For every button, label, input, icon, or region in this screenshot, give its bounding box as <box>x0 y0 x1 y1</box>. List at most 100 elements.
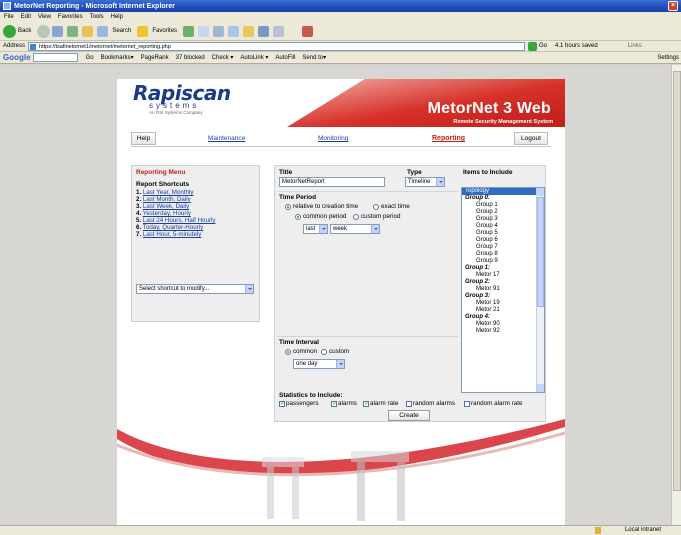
shortcut-link[interactable]: Last Year, Monthly <box>143 189 194 196</box>
saved-time-text[interactable]: 4.1 hours saved <box>555 43 598 49</box>
shortcut-link[interactable]: Last Week, Daily <box>143 203 189 210</box>
listbox-scrollbar[interactable] <box>536 188 544 392</box>
menu-favorites[interactable]: Favorites <box>58 14 83 20</box>
tools-icon[interactable] <box>273 25 285 37</box>
scroll-up-icon[interactable] <box>537 188 544 196</box>
close-window-button[interactable]: × <box>668 1 678 11</box>
list-item[interactable]: Group 2: <box>462 279 544 286</box>
common-period-radio[interactable] <box>295 214 301 220</box>
passengers-checkbox[interactable]: ✓ <box>279 401 285 407</box>
stop-icon[interactable] <box>52 25 64 37</box>
menu-file[interactable]: File <box>4 14 14 20</box>
list-item[interactable]: Topology <box>462 188 544 195</box>
list-item[interactable]: Group 3 <box>462 216 544 223</box>
listbox-scrollbar-thumb[interactable] <box>537 197 544 307</box>
list-item[interactable]: Metor 90 <box>462 321 544 328</box>
shortcut-item[interactable]: 1. Last Year, Monthly <box>136 189 255 196</box>
shortcut-link[interactable]: Yesterday, Hourly <box>143 210 191 217</box>
list-item[interactable]: Group 1: <box>462 265 544 272</box>
address-input[interactable]: https://tsafinetornet1/metornet/metornet… <box>28 41 526 51</box>
list-item[interactable]: Metor 91 <box>462 286 544 293</box>
shortcut-item[interactable]: 4. Yesterday, Hourly <box>136 210 255 217</box>
menu-tools[interactable]: Tools <box>90 14 104 20</box>
sendto-button[interactable]: Send to▾ <box>302 54 326 61</box>
list-item[interactable]: Metor 92 <box>462 328 544 335</box>
menu-help[interactable]: Help <box>111 14 123 20</box>
edit-icon[interactable] <box>228 25 240 37</box>
home-icon[interactable] <box>82 25 94 37</box>
refresh-icon[interactable] <box>67 25 79 37</box>
nav-monitoring[interactable]: Monitoring <box>318 135 348 142</box>
shortcut-item[interactable]: 5. Last 24 Hours, Half Hourly <box>136 217 255 224</box>
period-unit-select[interactable]: week <box>330 224 380 234</box>
list-item[interactable]: Group 0: <box>462 195 544 202</box>
list-item[interactable]: Group 4: <box>462 314 544 321</box>
menu-view[interactable]: View <box>38 14 51 20</box>
google-logo[interactable]: Google <box>3 53 31 62</box>
page-scrollbar[interactable] <box>671 65 681 525</box>
random-alarms-checkbox[interactable] <box>406 401 412 407</box>
go-button[interactable]: Go <box>528 41 547 51</box>
back-button[interactable]: Back <box>3 24 31 38</box>
bookmarks-button[interactable]: Bookmarks▾ <box>101 54 134 61</box>
pagerank-indicator[interactable]: PageRank <box>141 55 169 61</box>
interval-select[interactable]: one day <box>293 359 345 369</box>
list-item[interactable]: Group 5 <box>462 230 544 237</box>
type-select[interactable]: Timeline <box>405 177 445 187</box>
title-input[interactable]: MetorNetReport <box>279 177 385 187</box>
search-button[interactable]: Search <box>97 25 131 37</box>
list-item[interactable]: Group 9 <box>462 258 544 265</box>
nav-reporting[interactable]: Reporting <box>432 135 465 142</box>
autolink-button[interactable]: AutoLink ▾ <box>240 54 268 61</box>
menu-edit[interactable]: Edit <box>21 14 31 20</box>
relative-radio[interactable] <box>285 204 291 210</box>
alarms-checkbox[interactable]: ✓ <box>331 401 337 407</box>
shortcut-select[interactable]: Select shortcut to modify... <box>136 284 254 294</box>
custom-interval-radio[interactable] <box>321 349 327 355</box>
list-item[interactable]: Group 7 <box>462 244 544 251</box>
nav-maintenance[interactable]: Maintenance <box>208 135 245 142</box>
google-search-input[interactable] <box>32 53 78 62</box>
shortcut-item[interactable]: 7. Last Hour, 5-minutely <box>136 231 255 238</box>
shortcut-item[interactable]: 3. Last Week, Daily <box>136 203 255 210</box>
list-item[interactable]: Metor 19 <box>462 300 544 307</box>
folder-icon[interactable] <box>243 25 255 37</box>
links-label[interactable]: Links <box>628 43 642 49</box>
help-button[interactable]: Help <box>131 132 156 145</box>
google-go-button[interactable]: Go <box>86 55 94 61</box>
shortcut-link[interactable]: Last Month, Daily <box>143 196 191 203</box>
exact-radio[interactable] <box>373 204 379 210</box>
items-listbox[interactable]: Topology Group 0: Group 1 Group 2 Group 3 Gro… <box>461 187 545 393</box>
list-item[interactable]: Group 3: <box>462 293 544 300</box>
popup-blocker-button[interactable]: 37 blocked <box>176 55 205 61</box>
list-item[interactable]: Metor 21 <box>462 307 544 314</box>
shortcut-item[interactable]: 6. Today, Quarter-Hourly <box>136 224 255 231</box>
shortcut-link[interactable]: Last Hour, 5-minutely <box>143 231 201 238</box>
common-interval-radio[interactable] <box>285 349 291 355</box>
forward-button[interactable] <box>37 24 51 38</box>
history-icon[interactable] <box>183 25 195 37</box>
list-item[interactable]: Group 4 <box>462 223 544 230</box>
list-item[interactable]: Group 8 <box>462 251 544 258</box>
addon-icon[interactable] <box>302 25 314 37</box>
autofill-button[interactable]: AutoFill <box>275 55 295 61</box>
period-qualifier-select[interactable]: last <box>303 224 328 234</box>
mail-icon[interactable] <box>198 25 210 37</box>
scroll-down-icon[interactable] <box>537 384 544 392</box>
logout-button[interactable]: Logout <box>514 132 548 145</box>
favorites-button[interactable]: Favorites <box>137 25 177 37</box>
settings-button[interactable]: Settings <box>657 55 679 61</box>
custom-period-radio[interactable] <box>353 214 359 220</box>
list-item[interactable]: Metor 17 <box>462 272 544 279</box>
messenger-icon[interactable] <box>258 25 270 37</box>
spellcheck-button[interactable]: Check ▾ <box>212 54 234 61</box>
list-item[interactable]: Group 2 <box>462 209 544 216</box>
page-scrollbar-thumb[interactable] <box>673 71 681 491</box>
shortcut-item[interactable]: 2. Last Month, Daily <box>136 196 255 203</box>
random-alarm-rate-checkbox[interactable] <box>464 401 470 407</box>
shortcut-link[interactable]: Last 24 Hours, Half Hourly <box>143 217 216 224</box>
shortcut-link[interactable]: Today, Quarter-Hourly <box>143 224 203 231</box>
list-item[interactable]: Group 1 <box>462 202 544 209</box>
alarm-rate-checkbox[interactable]: ✓ <box>363 401 369 407</box>
print-icon[interactable] <box>213 25 225 37</box>
